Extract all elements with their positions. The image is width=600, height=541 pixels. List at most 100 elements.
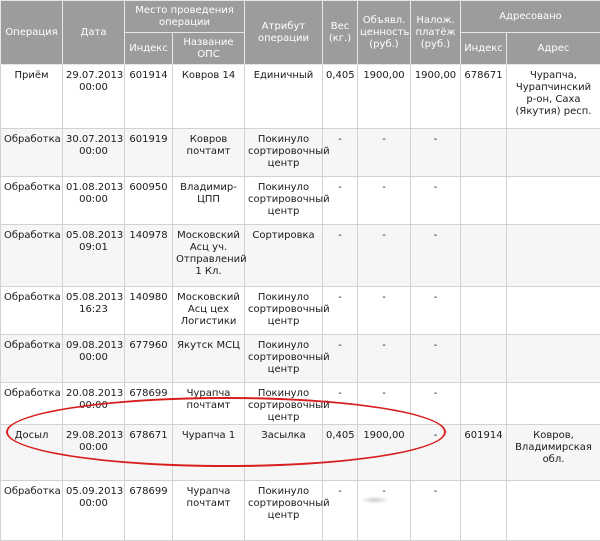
cell-declared-value: 1900,00 [358, 425, 411, 481]
cell-declared-value: - [358, 177, 411, 225]
table-row: Обработка05.08.2013 09:01140978Московски… [1, 225, 600, 287]
cell-declared-value: 1900,00 [358, 65, 411, 129]
header-attribute: Атрибут операции [245, 1, 323, 65]
header-place-group: Место проведения операции [125, 1, 245, 33]
header-weight: Вес (кг.) [323, 1, 358, 65]
cell-place-index: 140978 [125, 225, 173, 287]
cell-place-name: Чурапча почтамт [173, 383, 245, 425]
cell-cod: 1900,00 [411, 65, 461, 129]
cell-declared-value: - [358, 383, 411, 425]
cell-cod: - [411, 481, 461, 541]
cell-addressed-index [461, 335, 507, 383]
table-row: Приём29.07.2013 00:00601914Ковров 14Един… [1, 65, 600, 129]
cell-operation: Приём [1, 65, 63, 129]
cell-declared-value: - [358, 225, 411, 287]
cell-cod: - [411, 177, 461, 225]
cell-address [507, 287, 600, 335]
cell-place-index: 601914 [125, 65, 173, 129]
header-addressed-group: Адресовано [461, 1, 600, 33]
cell-weight: 0,405 [323, 425, 358, 481]
table-row: Досыл29.08.2013 00:00678671Чурапча 1Засы… [1, 425, 600, 481]
cell-date: 09.08.2013 00:00 [63, 335, 125, 383]
cell-declared-value: - [358, 335, 411, 383]
cell-address [507, 383, 600, 425]
cell-address [507, 335, 600, 383]
header-place-index: Индекс [125, 33, 173, 65]
cell-place-index: 678699 [125, 481, 173, 541]
cell-operation: Обработка [1, 177, 63, 225]
cell-date: 05.08.2013 16:23 [63, 287, 125, 335]
cell-address: Ковров, Владимирская обл. [507, 425, 600, 481]
header-cod: Налож. платёж (руб.) [411, 1, 461, 65]
cell-address [507, 225, 600, 287]
cell-cod: - [411, 335, 461, 383]
cell-place-name: Якутск МСЦ [173, 335, 245, 383]
cell-attribute: Покинуло сортировочный центр [245, 335, 323, 383]
cell-operation: Обработка [1, 287, 63, 335]
cell-place-name: Чурапча почтамт [173, 481, 245, 541]
table-row: Обработка09.08.2013 00:00677960Якутск МС… [1, 335, 600, 383]
cell-date: 05.08.2013 09:01 [63, 225, 125, 287]
header-addressed-address: Адрес [507, 33, 600, 65]
cell-addressed-index: 601914 [461, 425, 507, 481]
cell-addressed-index [461, 481, 507, 541]
cell-addressed-index [461, 287, 507, 335]
table-row: Обработка20.08.2013 00:00678699Чурапча п… [1, 383, 600, 425]
cell-operation: Досыл [1, 425, 63, 481]
cell-addressed-index [461, 383, 507, 425]
header-place-name: Название ОПС [173, 33, 245, 65]
cell-attribute: Единичный [245, 65, 323, 129]
cell-attribute: Сортировка [245, 225, 323, 287]
cell-addressed-index [461, 129, 507, 177]
table-row: Обработка05.08.2013 16:23140980Московски… [1, 287, 600, 335]
cell-place-name: Ковров 14 [173, 65, 245, 129]
table-header: Операция Дата Место проведения операции … [1, 1, 600, 65]
tracking-table: Операция Дата Место проведения операции … [0, 0, 600, 541]
cell-place-name: Владимир-ЦПП [173, 177, 245, 225]
header-declared-value: Объявл. ценность (руб.) [358, 1, 411, 65]
cell-attribute: Покинуло сортировочный центр [245, 177, 323, 225]
cell-date: 29.08.2013 00:00 [63, 425, 125, 481]
table-row: Обработка05.09.2013 00:00678699Чурапча п… [1, 481, 600, 541]
cell-place-index: 600950 [125, 177, 173, 225]
cell-date: 20.08.2013 00:00 [63, 383, 125, 425]
cell-cod: - [411, 425, 461, 481]
cell-operation: Обработка [1, 129, 63, 177]
table-body: Приём29.07.2013 00:00601914Ковров 14Един… [1, 65, 600, 541]
cell-weight: - [323, 225, 358, 287]
cell-weight: 0,405 [323, 65, 358, 129]
cell-address [507, 481, 600, 541]
table-row: Обработка30.07.2013 00:00601919Ковров по… [1, 129, 600, 177]
cell-addressed-index [461, 177, 507, 225]
cell-place-index: 140980 [125, 287, 173, 335]
cell-cod: - [411, 383, 461, 425]
cell-place-name: Чурапча 1 [173, 425, 245, 481]
cell-date: 30.07.2013 00:00 [63, 129, 125, 177]
cell-attribute: Покинуло сортировочный центр [245, 481, 323, 541]
cell-addressed-index: 678671 [461, 65, 507, 129]
cell-declared-value: - [358, 481, 411, 541]
cell-cod: - [411, 287, 461, 335]
cell-operation: Обработка [1, 481, 63, 541]
cell-operation: Обработка [1, 335, 63, 383]
cell-date: 29.07.2013 00:00 [63, 65, 125, 129]
cell-declared-value: - [358, 129, 411, 177]
table-row: Обработка01.08.2013 00:00600950Владимир-… [1, 177, 600, 225]
cell-attribute: Засылка [245, 425, 323, 481]
cell-address: Чурапча, Чурапчинский р-он, Саха (Якутия… [507, 65, 600, 129]
cell-attribute: Покинуло сортировочный центр [245, 383, 323, 425]
cell-operation: Обработка [1, 225, 63, 287]
cell-place-name: Московский Асц уч. Отправлений 1 Кл. [173, 225, 245, 287]
cell-address [507, 129, 600, 177]
cell-attribute: Покинуло сортировочный центр [245, 129, 323, 177]
cell-place-name: Московский Асц цех Логистики [173, 287, 245, 335]
header-date: Дата [63, 1, 125, 65]
header-operation: Операция [1, 1, 63, 65]
cell-cod: - [411, 225, 461, 287]
cell-operation: Обработка [1, 383, 63, 425]
header-addressed-index: Индекс [461, 33, 507, 65]
cell-place-name: Ковров почтамт [173, 129, 245, 177]
cell-place-index: 678699 [125, 383, 173, 425]
cell-declared-value: - [358, 287, 411, 335]
cell-address [507, 177, 600, 225]
